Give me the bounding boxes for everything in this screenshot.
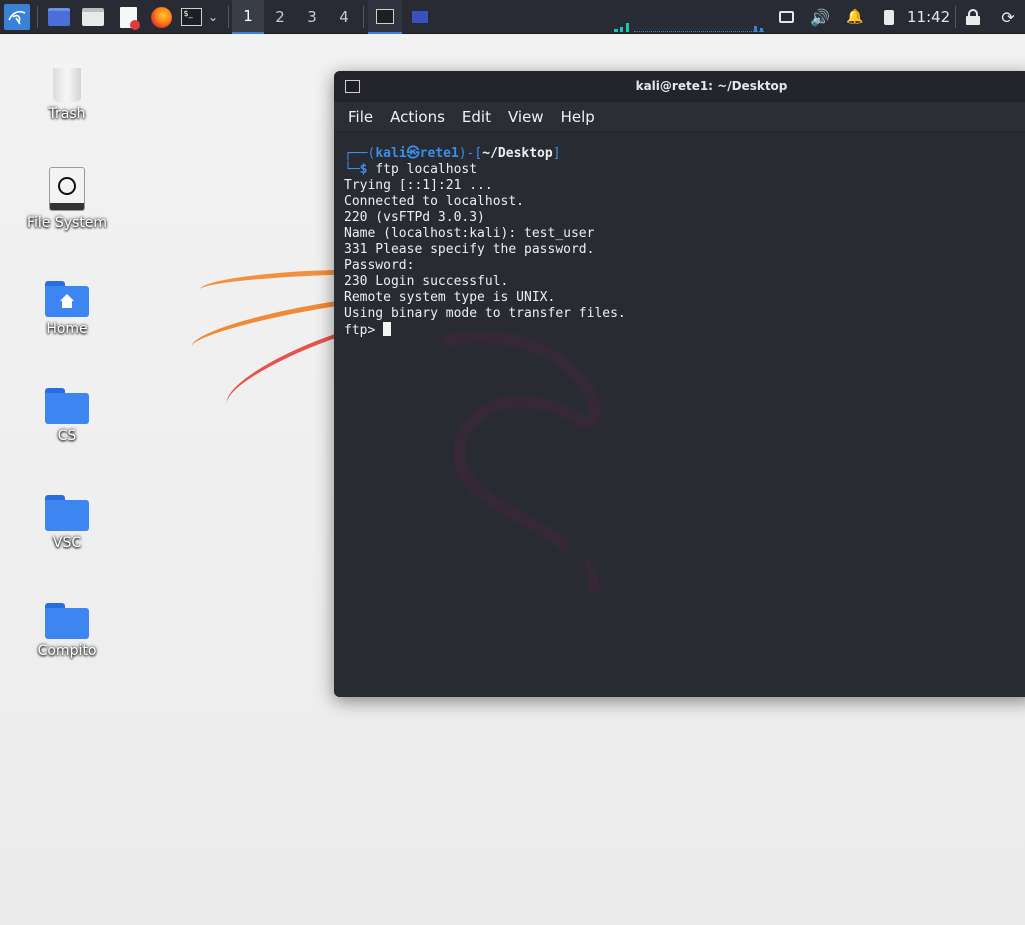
clock[interactable]: 11:42 — [907, 8, 950, 26]
command-line: └─$ ftp localhost — [344, 162, 478, 177]
window-titlebar[interactable]: kali@rete1: ~/Desktop — [334, 71, 1025, 102]
lock-icon[interactable] — [963, 4, 983, 30]
terminal-launcher-icon[interactable]: $_ — [180, 4, 202, 30]
output-line: Remote system type is UNIX. — [344, 290, 556, 305]
output-line: Trying [::1]:21 ... — [344, 178, 493, 193]
folder-icon — [45, 388, 89, 424]
prompt-host: rete1 — [419, 146, 459, 161]
window-title: kali@rete1: ~/Desktop — [635, 79, 788, 93]
kali-menu-icon[interactable] — [4, 4, 30, 30]
logout-icon[interactable]: ⟳ — [998, 4, 1018, 30]
desktop-icon-trash[interactable]: Trash — [22, 60, 112, 122]
ftp-prompt: ftp> — [344, 323, 376, 338]
prompt-dir: ~/Desktop — [482, 146, 553, 161]
desktop-icon-compito[interactable]: Compito — [22, 603, 112, 659]
workspace-4[interactable]: 4 — [328, 0, 360, 34]
desktop-icon-label: Home — [46, 321, 88, 337]
terminal-output[interactable]: KALI ┌──(kali㉿rete1)-[~/Desktop] └─$ ftp… — [334, 132, 1025, 697]
notifications-icon[interactable]: 🔔 — [845, 4, 865, 30]
firefox-icon[interactable] — [149, 4, 173, 30]
desktop-icon-label: Trash — [48, 106, 86, 122]
output-line: 220 (vsFTPd 3.0.3) — [344, 210, 485, 225]
prompt-line: ┌──(kali㉿rete1)-[~/Desktop] — [344, 146, 561, 161]
prompt-command: ftp localhost — [375, 162, 478, 177]
desktop-icon-label: File System — [26, 215, 108, 231]
chevron-down-icon[interactable]: ⌄ — [204, 4, 222, 30]
prompt-user: kali — [375, 146, 407, 161]
output-line: 230 Login successful. — [344, 274, 509, 289]
kali-dragon-watermark: KALI — [404, 330, 655, 656]
folder-icon — [45, 495, 89, 531]
file-manager-icon[interactable] — [81, 4, 105, 30]
output-line: 331 Please specify the password. — [344, 242, 595, 257]
desktop-icon-file-system[interactable]: File System — [22, 167, 112, 231]
desktop-icon-cs[interactable]: CS — [22, 388, 112, 444]
menu-view[interactable]: View — [508, 108, 544, 126]
folder-icon — [45, 603, 89, 639]
volume-icon[interactable]: 🔊 — [809, 4, 831, 30]
menu-file[interactable]: File — [348, 108, 373, 126]
home-folder-icon — [45, 281, 89, 317]
desktop-icon-label: CS — [57, 428, 77, 444]
network-icon[interactable] — [776, 4, 796, 30]
kali-watermark-text: KALI — [414, 522, 658, 629]
menu-help[interactable]: Help — [561, 108, 595, 126]
menu-actions[interactable]: Actions — [390, 108, 445, 126]
drive-icon — [49, 167, 85, 211]
menu-edit[interactable]: Edit — [462, 108, 491, 126]
ftp-prompt-line[interactable]: ftp> — [344, 322, 1025, 339]
desktop-icon-home[interactable]: Home — [22, 281, 112, 337]
battery-icon[interactable] — [881, 4, 897, 30]
output-line: Connected to localhost. — [344, 194, 525, 209]
output-line: Using binary mode to transfer files. — [344, 306, 626, 321]
show-desktop-icon[interactable] — [47, 4, 71, 30]
terminal-window[interactable]: kali@rete1: ~/Desktop File Actions Edit … — [334, 71, 1025, 697]
trash-icon — [51, 60, 83, 102]
desktop-icon-label: VSC — [52, 535, 82, 551]
workspace-2[interactable]: 2 — [264, 0, 296, 34]
taskbar-window-button[interactable] — [403, 0, 437, 34]
taskbar-terminal-button[interactable] — [368, 0, 402, 34]
terminal-icon — [376, 8, 394, 24]
window-icon — [412, 11, 428, 23]
output-line: Name (localhost:kali): test_user — [344, 226, 595, 241]
menu-bar: File Actions Edit View Help — [334, 102, 1025, 132]
desktop-icon-label: Compito — [37, 643, 97, 659]
workspace-3[interactable]: 3 — [296, 0, 328, 34]
top-panel: $_ ⌄ 1 2 3 4 🔊 🔔 11:42 ⟳ — [0, 0, 1025, 34]
workspace-1[interactable]: 1 — [232, 0, 264, 34]
text-editor-icon[interactable] — [116, 4, 140, 30]
cpu-graph — [614, 22, 766, 32]
output-line: Password: — [344, 258, 415, 273]
desktop-icon-vsc[interactable]: VSC — [22, 495, 112, 551]
text-cursor — [383, 322, 392, 336]
